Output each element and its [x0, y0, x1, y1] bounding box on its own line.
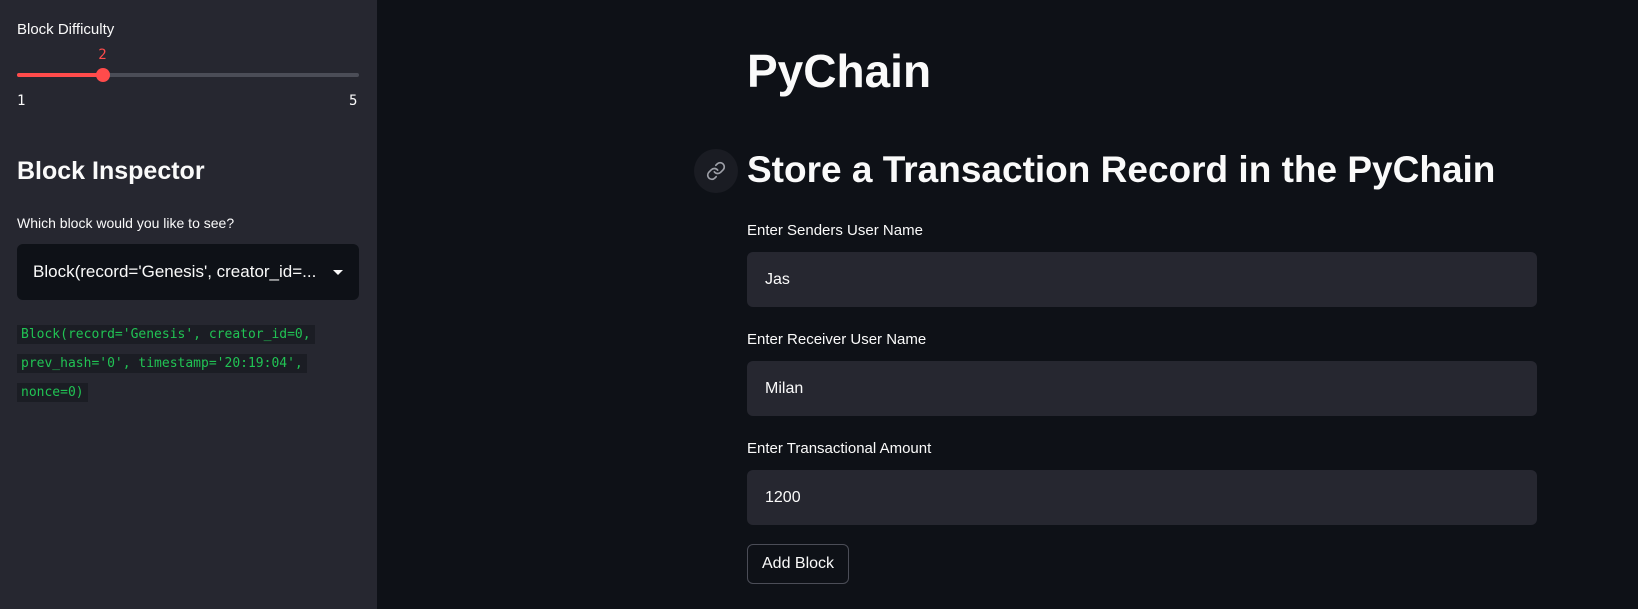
amount-input[interactable]	[747, 470, 1537, 525]
amount-field-label: Enter Transactional Amount	[747, 440, 932, 457]
sidebar: Block Difficulty 2 1 5 Block Inspector W…	[0, 0, 377, 609]
receiver-input[interactable]	[747, 361, 1537, 416]
receiver-field-label: Enter Receiver User Name	[747, 331, 927, 348]
sender-input[interactable]	[747, 252, 1537, 307]
code-line: nonce=0)	[17, 378, 315, 407]
difficulty-slider-track[interactable]	[17, 73, 359, 77]
code-line: prev_hash='0', timestamp='20:19:04',	[17, 349, 315, 378]
slider-thumb[interactable]	[95, 68, 110, 82]
block-select-label: Which block would you like to see?	[17, 215, 235, 231]
block-code-output: Block(record='Genesis', creator_id=0, pr…	[17, 320, 315, 407]
block-select[interactable]: Block(record='Genesis', creator_id=...	[17, 244, 359, 300]
link-icon[interactable]	[694, 149, 738, 193]
add-block-button[interactable]: Add Block	[747, 544, 850, 584]
section-title: Store a Transaction Record in the PyChai…	[747, 149, 1496, 190]
app-window: Block Difficulty 2 1 5 Block Inspector W…	[0, 0, 1638, 609]
block-select-value: Block(record='Genesis', creator_id=...	[33, 262, 317, 281]
page-title: PyChain	[747, 45, 932, 97]
sender-field-label: Enter Senders User Name	[747, 222, 923, 239]
main-content: PyChain Store a Transaction Record in th…	[377, 0, 1638, 609]
block-inspector-heading: Block Inspector	[17, 157, 205, 185]
slider-min-label: 1	[17, 93, 26, 109]
slider-fill	[17, 73, 103, 77]
code-line: Block(record='Genesis', creator_id=0,	[17, 320, 315, 349]
slider-value: 2	[98, 47, 107, 63]
slider-max-label: 5	[349, 93, 358, 109]
slider-label: Block Difficulty	[17, 21, 115, 38]
chevron-down-icon	[333, 269, 343, 275]
